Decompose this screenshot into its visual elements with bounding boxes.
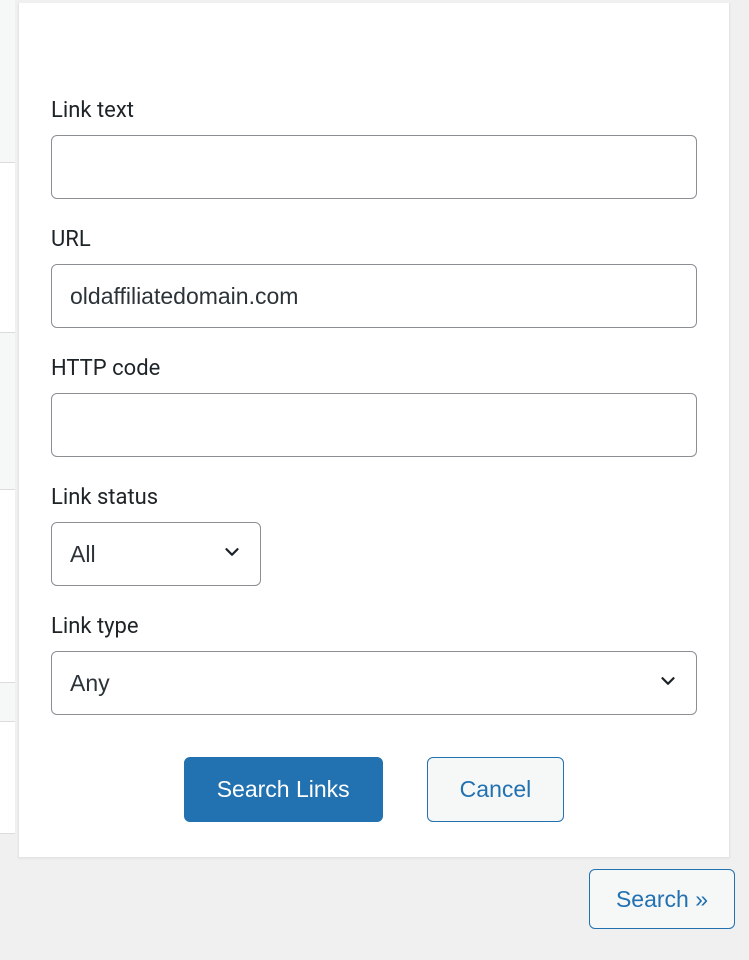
search-links-button[interactable]: Search Links — [184, 757, 383, 822]
link-status-group: Link status All — [51, 485, 697, 586]
outer-search-button[interactable]: Search » — [589, 869, 735, 929]
http-code-group: HTTP code — [51, 356, 697, 457]
link-status-label: Link status — [51, 485, 697, 510]
outer-search-wrap: Search » — [589, 869, 735, 929]
link-status-select[interactable]: All — [51, 522, 261, 586]
background-table-rows — [0, 0, 15, 960]
link-text-label: Link text — [51, 98, 697, 123]
link-type-label: Link type — [51, 614, 697, 639]
search-form-panel: Link text URL HTTP code Link status All … — [18, 3, 730, 858]
link-text-group: Link text — [51, 98, 697, 199]
form-buttons-row: Search Links Cancel — [51, 757, 697, 822]
url-group: URL — [51, 227, 697, 328]
link-type-select[interactable]: Any — [51, 651, 697, 715]
link-type-group: Link type Any — [51, 614, 697, 715]
url-label: URL — [51, 227, 697, 252]
url-input[interactable] — [51, 264, 697, 328]
cancel-button[interactable]: Cancel — [427, 757, 565, 822]
link-text-input[interactable] — [51, 135, 697, 199]
http-code-label: HTTP code — [51, 356, 697, 381]
http-code-input[interactable] — [51, 393, 697, 457]
